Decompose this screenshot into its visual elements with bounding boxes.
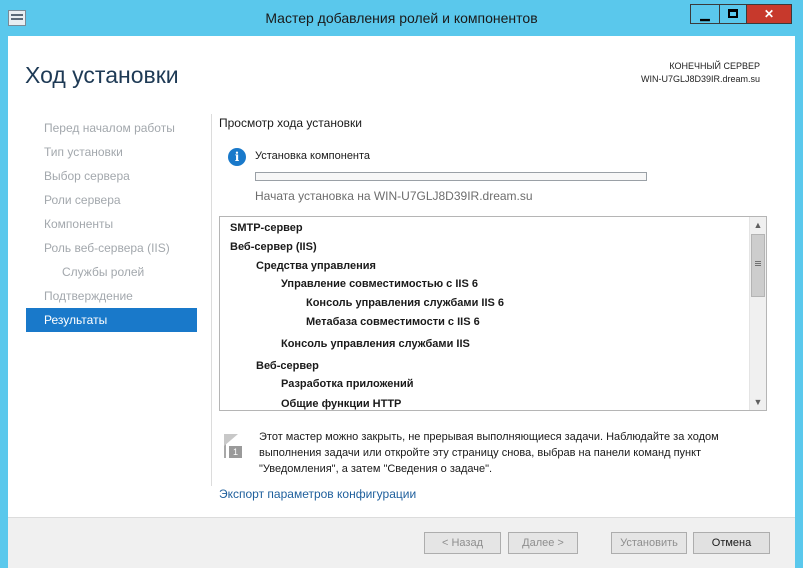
- scroll-thumb[interactable]: [751, 234, 765, 297]
- nav-step-role-services: Службы ролей: [62, 265, 145, 279]
- sidebar-divider: [211, 114, 212, 486]
- page-title: Ход установки: [25, 62, 179, 88]
- list-item: Метабаза совместимости с IIS 6: [306, 316, 480, 328]
- list-item: Веб-сервер: [256, 360, 319, 372]
- scroll-down-icon[interactable]: ▼: [750, 394, 766, 410]
- notification-flag-icon: 1: [224, 434, 244, 460]
- minimize-button[interactable]: ▁: [690, 4, 720, 24]
- list-item: Веб-сервер (IIS): [230, 241, 317, 253]
- nav-step-results[interactable]: Результаты: [26, 308, 197, 332]
- export-config-link[interactable]: Экспорт параметров конфигурации: [219, 487, 416, 501]
- nav-step-installation-type: Тип установки: [44, 145, 123, 159]
- list-item: Консоль управления службами IIS: [281, 338, 470, 350]
- install-button[interactable]: Установить: [611, 532, 687, 554]
- list-item: Средства управления: [256, 260, 376, 272]
- nav-step-server-roles: Роли сервера: [44, 193, 121, 207]
- next-button[interactable]: Далее >: [508, 532, 578, 554]
- title-bar[interactable]: Мастер добавления ролей и компонентов ▁ …: [0, 0, 803, 36]
- maximize-icon: [728, 9, 738, 19]
- list-item: Общие функции HTTP: [281, 398, 402, 410]
- install-status-label: Установка компонента: [255, 150, 371, 162]
- list-item: Разработка приложений: [281, 378, 414, 390]
- info-icon: i: [228, 148, 246, 166]
- window-title: Мастер добавления ролей и компонентов: [265, 10, 538, 26]
- notification-count-badge: 1: [229, 446, 242, 458]
- nav-step-features: Компоненты: [44, 217, 114, 231]
- nav-step-before-you-begin: Перед началом работы: [44, 121, 175, 135]
- destination-server-label: КОНЕЧНЫЙ СЕРВЕР: [669, 61, 760, 71]
- installation-items-list[interactable]: SMTP-сервер Веб-сервер (IIS) Средства уп…: [219, 216, 767, 411]
- list-item: Управление совместимостью с IIS 6: [281, 278, 478, 290]
- list-item: Консоль управления службами IIS 6: [306, 297, 505, 309]
- wizard-steps-nav: Перед началом работы Тип установки Выбор…: [26, 116, 197, 332]
- scroll-up-icon[interactable]: ▲: [750, 217, 766, 233]
- section-title: Просмотр хода установки: [219, 116, 362, 130]
- maximize-button[interactable]: [719, 4, 747, 24]
- wizard-window: Мастер добавления ролей и компонентов ▁ …: [0, 0, 803, 568]
- destination-server-name: WIN-U7GLJ8D39IR.dream.su: [640, 74, 760, 84]
- nav-step-server-selection: Выбор сервера: [44, 169, 130, 183]
- scroll-grip-icon: [755, 261, 761, 262]
- install-progress-bar: [255, 172, 647, 181]
- back-button[interactable]: < Назад: [424, 532, 501, 554]
- nav-step-confirmation: Подтверждение: [44, 289, 133, 303]
- list-scrollbar[interactable]: ▲ ▼: [749, 217, 766, 410]
- flag-shape: [224, 434, 238, 446]
- wizard-footer: < Назад Далее > Установить Отмена: [8, 518, 795, 568]
- list-item: SMTP-сервер: [230, 222, 303, 234]
- background-task-note: Этот мастер можно закрыть, не прерывая в…: [259, 431, 719, 475]
- install-started-text: Начата установка на WIN-U7GLJ8D39IR.drea…: [255, 189, 533, 203]
- close-button[interactable]: ✕: [746, 4, 792, 24]
- nav-step-web-server-role: Роль веб-сервера (IIS): [44, 241, 170, 255]
- wizard-content: Ход установки КОНЕЧНЫЙ СЕРВЕР WIN-U7GLJ8…: [8, 36, 795, 568]
- cancel-button[interactable]: Отмена: [693, 532, 770, 554]
